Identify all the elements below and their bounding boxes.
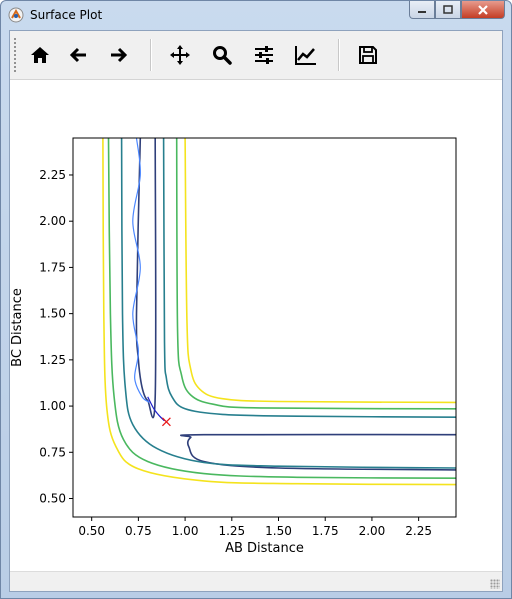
app-window: Surface Plot 0.50 0.75 1.00 1.25 1.50 1.… — [0, 0, 512, 599]
title-bar[interactable]: Surface Plot — [1, 1, 511, 29]
y-tick-label: 1.00 — [39, 399, 66, 413]
window-title: Surface Plot — [30, 8, 103, 22]
configure-subplots-button[interactable] — [248, 39, 280, 71]
close-icon — [478, 4, 488, 15]
toolbar-separator — [150, 39, 152, 71]
floppy-disk-icon — [359, 46, 377, 64]
pan-button[interactable] — [164, 39, 196, 71]
x-tick-label: 2.00 — [359, 524, 386, 538]
move-icon — [170, 45, 190, 65]
x-tick-label: 1.50 — [265, 524, 292, 538]
home-icon — [31, 47, 49, 63]
y-tick-label: 0.50 — [39, 492, 66, 506]
home-button[interactable] — [24, 39, 56, 71]
x-tick-label: 0.50 — [78, 524, 105, 538]
zoom-button[interactable] — [206, 39, 238, 71]
arrow-right-icon — [111, 47, 128, 63]
sliders-icon — [255, 46, 273, 64]
x-tick-label: 1.00 — [172, 524, 199, 538]
figure-canvas-area: 0.50 0.75 1.00 1.25 1.50 1.75 2.00 2.25 0.50 0.7… — [9, 30, 503, 592]
y-tick-label: 1.25 — [39, 353, 66, 367]
y-tick-label: 2.00 — [39, 214, 66, 228]
arrow-left-icon — [69, 47, 86, 63]
minimize-button[interactable] — [409, 1, 435, 19]
x-tick-label: 2.25 — [405, 524, 432, 538]
status-bar — [10, 571, 502, 591]
figure-background — [10, 80, 502, 572]
save-button[interactable] — [352, 39, 384, 71]
back-button[interactable] — [62, 39, 94, 71]
y-tick-label: 1.50 — [39, 307, 66, 321]
toolbar-grip[interactable] — [13, 37, 17, 73]
surface-plot-figure[interactable]: 0.50 0.75 1.00 1.25 1.50 1.75 2.00 2.25 0.50 0.7… — [10, 80, 502, 572]
x-axis-label: AB Distance — [225, 541, 304, 556]
x-tick-label: 1.25 — [218, 524, 245, 538]
y-axis-label: BC Distance — [10, 288, 25, 367]
app-icon — [8, 7, 24, 23]
edit-axis-button[interactable] — [290, 39, 322, 71]
toolbar-separator — [338, 39, 340, 71]
navigation-toolbar — [10, 31, 502, 80]
y-tick-label: 2.25 — [39, 168, 66, 182]
maximize-icon — [443, 4, 453, 14]
minimize-icon — [418, 10, 426, 13]
forward-button[interactable] — [103, 39, 135, 71]
y-tick-label: 1.75 — [39, 260, 66, 274]
maximize-button[interactable] — [435, 1, 461, 19]
y-tick-label: 0.75 — [39, 445, 66, 459]
resize-grip[interactable] — [490, 579, 500, 589]
close-button[interactable] — [461, 1, 505, 19]
line-chart-icon — [295, 46, 316, 65]
x-tick-label: 0.75 — [125, 524, 152, 538]
x-tick-label: 1.75 — [312, 524, 339, 538]
magnifier-icon — [213, 46, 232, 65]
